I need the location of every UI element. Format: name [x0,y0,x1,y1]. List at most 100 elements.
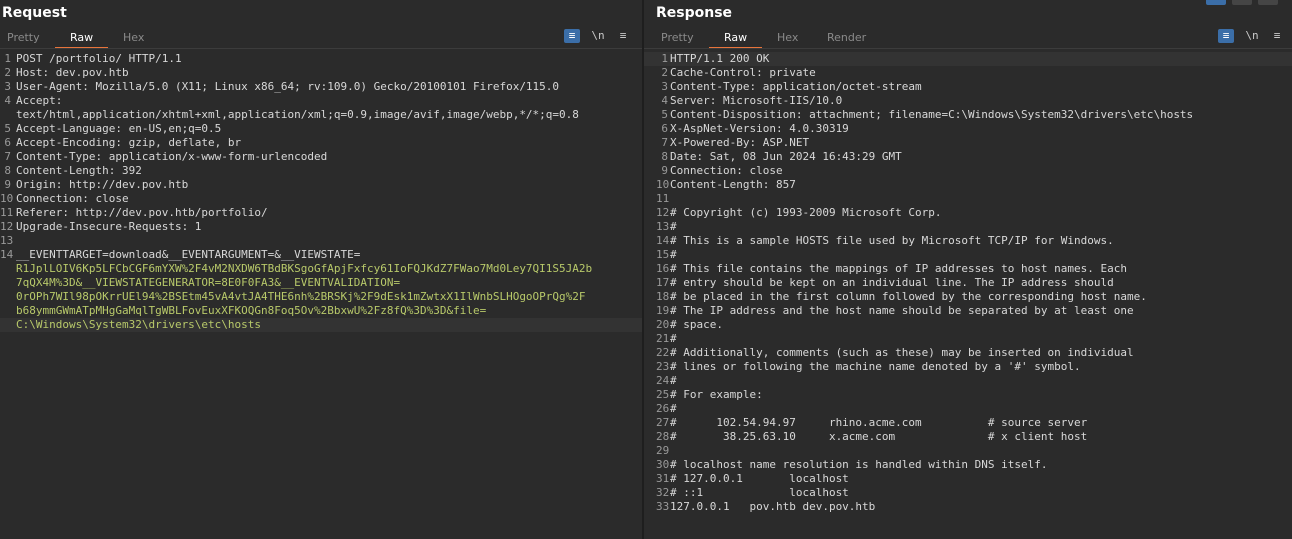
line-text: # be placed in the first column followed… [670,290,1147,303]
line-number: 28 [656,430,670,443]
line-text: # [670,332,677,345]
response-title: Response [656,5,733,21]
code-line: 11 Referer: http://dev.pov.htb/portfolio/ [0,206,642,220]
line-text: # [670,402,677,415]
tab-hex[interactable]: Hex [123,31,144,44]
code-line: 0rOPh7WIl98pOKrrUEl94%2BSEtm45vA4vtJA4TH… [0,290,642,304]
line-text: Upgrade-Insecure-Requests: 1 [16,220,202,233]
code-line: 7qQX4M%3D&__VIEWSTATEGENERATOR=8E0F0FA3&… [0,276,642,290]
tab-pretty[interactable]: Pretty [7,31,40,44]
code-line: text/html,application/xhtml+xml,applicat… [0,108,642,122]
line-text: # Copyright (c) 1993-2009 Microsoft Corp… [670,206,942,219]
line-number: 5 [4,122,11,135]
line-number: 18 [656,290,670,303]
code-line: 25 # For example: [644,388,1292,402]
line-number: 25 [656,388,670,401]
divider [0,48,642,49]
tab-raw[interactable]: Raw [708,31,763,49]
line-number: 10 [0,192,14,205]
code-line: 10 Content-Length: 857 [644,178,1292,192]
tab-render[interactable]: Render [827,31,866,44]
line-text: # entry should be kept on an individual … [670,276,1114,289]
code-line: 27 # 102.54.94.97 rhino.acme.com # source… [644,416,1292,430]
line-text: Connection: close [670,164,783,177]
code-line: 6 Accept-Encoding: gzip, deflate, br [0,136,642,150]
line-number: 27 [656,416,670,429]
code-line: 15 # [644,248,1292,262]
line-text: Date: Sat, 08 Jun 2024 16:43:29 GMT [670,150,902,163]
line-text: Content-Type: application/octet-stream [670,80,922,93]
line-text: Content-Type: application/x-www-form-url… [16,150,328,163]
line-text: Host: dev.pov.htb [16,66,129,79]
line-text: Cache-Control: private [670,66,816,79]
line-text: Accept: [16,94,63,107]
line-text: Accept-Encoding: gzip, deflate, br [16,136,242,149]
code-line: 32 # ::1 localhost [644,486,1292,500]
line-text: C:\Windows\System32\drivers\etc\hosts [16,318,262,331]
code-line: 6 X-AspNet-Version: 4.0.30319 [644,122,1292,136]
tab-pretty[interactable]: Pretty [661,31,694,44]
line-text: # [670,374,677,387]
code-line: 9 Connection: close [644,164,1292,178]
code-line: 7 X-Powered-By: ASP.NET [644,136,1292,150]
menu-icon[interactable]: ≡ [615,29,631,43]
code-line: 5 Accept-Language: en-US,en;q=0.5 [0,122,642,136]
newline-icon[interactable]: \n [1244,29,1260,43]
line-number: 7 [661,136,668,149]
line-number: 30 [656,458,670,471]
code-line: 7 Content-Type: application/x-www-form-ur… [0,150,642,164]
layout-tabs-icon[interactable] [1258,0,1278,5]
code-line: 23 # lines or following the machine name … [644,360,1292,374]
line-text: # This is a sample HOSTS file used by Mi… [670,234,1114,247]
code-line: 5 Content-Disposition: attachment; filena… [644,108,1292,122]
request-editor[interactable]: 1 POST /portfolio/ HTTP/1.1 2 Host: dev.pov… [0,52,642,539]
word-wrap-icon[interactable]: ≡ [1218,29,1234,43]
request-title: Request [2,5,67,21]
line-number: 26 [656,402,670,415]
line-text: # space. [670,318,723,331]
code-line: 31 # 127.0.0.1 localhost [644,472,1292,486]
line-number: 13 [656,220,670,233]
tab-hex[interactable]: Hex [777,31,798,44]
code-line: 21 # [644,332,1292,346]
line-number: 11 [656,192,670,205]
line-number: 13 [0,234,14,247]
line-number: 3 [4,80,11,93]
code-line: 1 HTTP/1.1 200 OK [644,52,1292,66]
code-line: 4 Server: Microsoft-IIS/10.0 [644,94,1292,108]
line-text: # Additionally, comments (such as these)… [670,346,1134,359]
newline-icon[interactable]: \n [590,29,606,43]
response-tabs: Pretty Raw Hex Render [644,28,1292,49]
line-text: # 38.25.63.10 x.acme.com # x client host [670,430,1088,443]
line-number: 1 [661,52,668,65]
layout-side-by-side-icon[interactable] [1206,0,1226,5]
line-text: # [670,220,677,233]
menu-icon[interactable]: ≡ [1269,29,1285,43]
line-text: R1JplLOIV6Kp5LFCbCGF6mYXW%2F4vM2NXDW6TBd… [16,262,593,275]
line-number: 20 [656,318,670,331]
layout-stacked-icon[interactable] [1232,0,1252,5]
line-number: 10 [656,178,670,191]
line-number: 17 [656,276,670,289]
code-line: 11 [644,192,1292,206]
response-editor[interactable]: 1 HTTP/1.1 200 OK 2 Cache-Control: private 3… [644,52,1292,539]
line-number: 9 [4,178,11,191]
line-number: 14 [0,248,14,261]
line-text: # This file contains the mappings of IP … [670,262,1127,275]
tab-raw[interactable]: Raw [54,31,109,49]
request-panel: Request Pretty Raw Hex ≡ \n ≡ 1 POST /por… [0,0,642,539]
code-line: 20 # space. [644,318,1292,332]
code-line: 12 # Copyright (c) 1993-2009 Microsoft Co… [644,206,1292,220]
line-text: text/html,application/xhtml+xml,applicat… [16,108,579,121]
line-number: 7 [4,150,11,163]
code-line: 18 # be placed in the first column follow… [644,290,1292,304]
line-number: 15 [656,248,670,261]
line-text: # lines or following the machine name de… [670,360,1081,373]
line-text: # ::1 localhost [670,486,849,499]
code-line: 8 Content-Length: 392 [0,164,642,178]
line-number: 21 [656,332,670,345]
line-text: X-Powered-By: ASP.NET [670,136,810,149]
word-wrap-icon[interactable]: ≡ [564,29,580,43]
code-line: R1JplLOIV6Kp5LFCbCGF6mYXW%2F4vM2NXDW6TBd… [0,262,642,276]
line-number: 32 [656,486,670,499]
